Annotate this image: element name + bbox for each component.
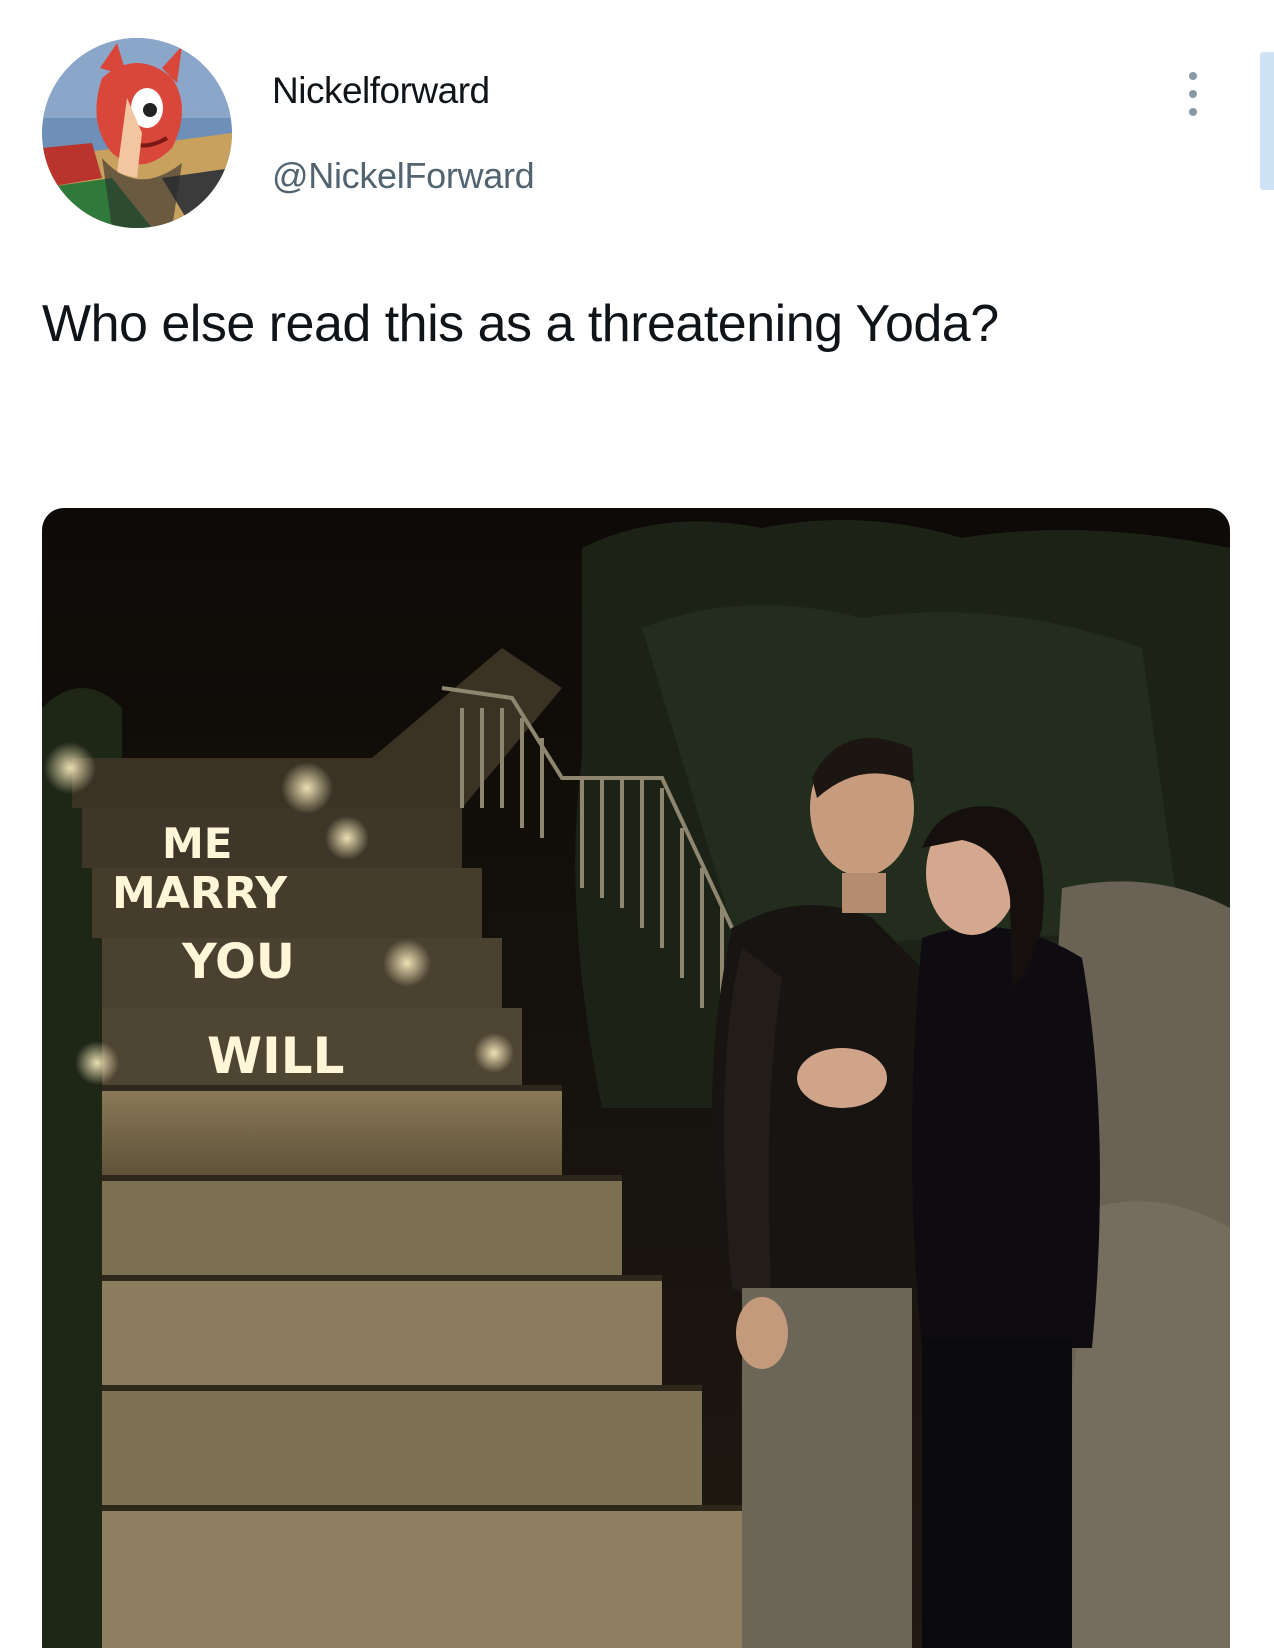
follow-button-edge[interactable] xyxy=(1260,52,1274,190)
tweet-card: Nickelforward @NickelForward Who else re… xyxy=(0,0,1274,1648)
photo-staircase-couple: ME MARRY YOU WILL xyxy=(42,508,1230,1648)
author-avatar[interactable] xyxy=(42,38,232,228)
author-handle[interactable]: @NickelForward xyxy=(272,155,535,197)
more-dot xyxy=(1189,108,1197,116)
tweet-text: Who else read this as a threatening Yoda… xyxy=(42,295,999,353)
more-dot xyxy=(1189,72,1197,80)
tweet-photo[interactable]: ME MARRY YOU WILL xyxy=(42,508,1230,1648)
sign-word: WILL xyxy=(207,1027,344,1085)
cartoon-avatar-icon xyxy=(42,38,232,228)
author-display-name[interactable]: Nickelforward xyxy=(272,70,490,112)
sign-word: YOU xyxy=(181,934,295,990)
sign-word: MARRY xyxy=(112,868,288,919)
more-vertical-icon[interactable] xyxy=(1182,68,1206,122)
sign-word: ME xyxy=(162,819,233,868)
more-dot xyxy=(1189,90,1197,98)
